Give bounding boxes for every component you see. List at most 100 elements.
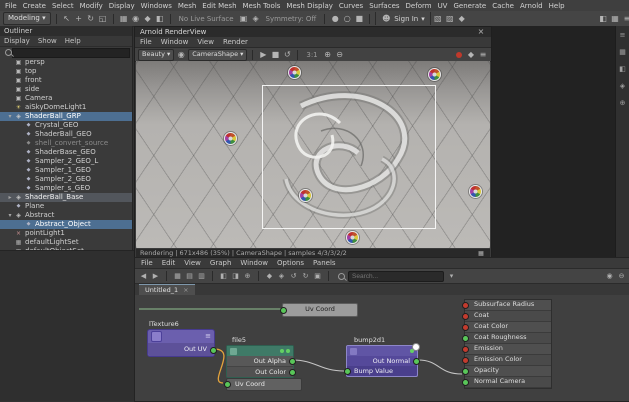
menu-item-generate[interactable]: Generate xyxy=(453,2,486,10)
outliner-item-sampler2[interactable]: ◆ Sampler_2_GEO xyxy=(0,175,132,184)
snap-point-icon[interactable]: ◆ xyxy=(143,13,153,24)
outliner-item-defaultlightset[interactable]: ▦ defaultLightSet xyxy=(0,238,132,247)
rv-menu-file[interactable]: File xyxy=(140,37,152,47)
add-node-icon[interactable]: ⊕ xyxy=(243,271,252,282)
zoom-ratio-label[interactable]: 3:1 xyxy=(306,51,317,59)
outliner-item-side[interactable]: ▣ side xyxy=(0,85,132,94)
outliner-item-shaderball-grp[interactable]: ▾ ◈ ShaderBall_GRP xyxy=(0,112,132,121)
menu-item-windows[interactable]: Windows xyxy=(141,2,172,10)
surface-attribute-row[interactable]: Coat Color xyxy=(462,322,551,333)
workspace-selector[interactable]: Modeling ▾ xyxy=(3,12,51,25)
output-port[interactable] xyxy=(413,358,420,365)
ne-menu-edit[interactable]: Edit xyxy=(162,258,176,268)
menu-item-mesh-tools[interactable]: Mesh Tools xyxy=(243,2,281,10)
ne-menu-window[interactable]: Window xyxy=(240,258,268,268)
scale-tool-icon[interactable]: ◱ xyxy=(98,13,108,24)
outliner-item-skydome[interactable]: ☀ aiSkyDomeLight1 xyxy=(0,103,132,112)
graph-layout-icon[interactable]: ▦ xyxy=(173,271,182,282)
node-standard-surface[interactable]: Subsurface Radius Coat Coat Color Coat R… xyxy=(462,299,552,389)
outliner-item-shaderball-base[interactable]: ▸ ◈ ShaderBall_Base xyxy=(0,193,132,202)
menu-item-uv[interactable]: UV xyxy=(438,2,448,10)
input-port[interactable] xyxy=(280,307,287,314)
camera-dropdown[interactable]: CameraShape ▾ xyxy=(188,48,248,61)
node-ltexture6[interactable]: ≡ Out UV xyxy=(147,329,217,357)
sculpt-icon[interactable]: ▨ xyxy=(445,13,455,24)
node-header[interactable] xyxy=(347,346,417,356)
surface-attribute-row[interactable]: Coat Roughness xyxy=(462,333,551,344)
stop-render-icon[interactable]: ■ xyxy=(270,49,280,60)
rv-menu-window[interactable]: Window xyxy=(161,37,189,47)
modeling-toolkit-icon[interactable]: ◈ xyxy=(619,82,627,90)
display-mode-icon[interactable]: ◉ xyxy=(605,271,614,282)
ne-menu-view[interactable]: View xyxy=(184,258,201,268)
sign-in-button[interactable]: ☻ Sign In ▾ xyxy=(375,12,431,25)
outliner-item-shaderball-geo[interactable]: ◆ ShaderBall_GEO xyxy=(0,130,132,139)
ne-menu-options[interactable]: Options xyxy=(277,258,304,268)
input-port[interactable] xyxy=(462,379,469,386)
channel-box-icon[interactable]: ◧ xyxy=(619,65,627,73)
menu-item-cache[interactable]: Cache xyxy=(492,2,514,10)
show-left-icon[interactable]: ◧ xyxy=(219,271,228,282)
input-port[interactable] xyxy=(462,324,469,331)
snap-curve-icon[interactable]: ◉ xyxy=(131,13,141,24)
expand-arrow-icon[interactable]: ▾ xyxy=(6,211,14,220)
renderview-titlebar[interactable]: Arnold RenderView × xyxy=(135,27,491,37)
outliner-item-shaderbase-geo[interactable]: ◆ ShaderBase_GEO xyxy=(0,148,132,157)
tab-untitled-1[interactable]: Untitled_1 × xyxy=(139,284,195,295)
show-right-icon[interactable]: ◨ xyxy=(231,271,240,282)
outliner-search-input[interactable] xyxy=(12,47,130,58)
close-icon[interactable]: × xyxy=(476,27,486,37)
expand-arrow-icon[interactable]: ▾ xyxy=(6,112,14,121)
node-menu-icon[interactable]: ≡ xyxy=(205,332,211,341)
output-port[interactable] xyxy=(289,358,296,365)
play-render-icon[interactable]: ▶ xyxy=(258,49,268,60)
snap-plane-icon[interactable]: ◧ xyxy=(155,13,165,24)
menu-item-edit-mesh[interactable]: Edit Mesh xyxy=(202,2,236,10)
menu-item-create[interactable]: Create xyxy=(23,2,46,10)
output-port[interactable] xyxy=(289,369,296,376)
render-icon[interactable]: ● xyxy=(330,13,340,24)
frame-all-icon[interactable]: ▣ xyxy=(313,271,322,282)
input-port[interactable] xyxy=(462,357,469,364)
rv-menu-render[interactable]: Render xyxy=(223,37,248,47)
node-file5[interactable]: Out Alpha Out Color xyxy=(226,345,296,378)
output-port[interactable] xyxy=(210,346,217,354)
zoom-in-icon[interactable]: ⊕ xyxy=(323,49,333,60)
outliner-menu-display[interactable]: Display xyxy=(4,36,30,46)
menu-burger-icon[interactable]: ≡ xyxy=(622,13,629,24)
outliner-menu-show[interactable]: Show xyxy=(38,36,57,46)
forward-icon[interactable]: ▶ xyxy=(151,271,160,282)
swatch-icon[interactable]: ◈ xyxy=(277,271,286,282)
graph-output-icon[interactable]: ▥ xyxy=(197,271,206,282)
rv-settings-icon[interactable]: ≡ xyxy=(478,49,488,60)
redo-icon[interactable]: ↻ xyxy=(301,271,310,282)
outliner-item-abstract-object[interactable]: ◆ Abstract_Object xyxy=(0,220,132,229)
outliner-item-abstract[interactable]: ▾ ◈ Abstract xyxy=(0,211,132,220)
port-row-out-color[interactable]: Out Color xyxy=(227,366,296,377)
filter-dropdown-icon[interactable]: ▾ xyxy=(447,271,456,282)
grid-toggle-icon[interactable]: ▦ xyxy=(610,13,620,24)
menu-item-select[interactable]: Select xyxy=(52,2,74,10)
port-row-out-alpha[interactable]: Out Alpha xyxy=(227,356,296,366)
aov-dropdown[interactable]: Beauty ▾ xyxy=(138,48,175,61)
render-settings-icon[interactable]: ■ xyxy=(354,13,364,24)
outliner-item-samplers[interactable]: ◆ Sampler_s_GEO xyxy=(0,184,132,193)
rotate-tool-icon[interactable]: ↻ xyxy=(86,13,96,24)
rv-menu-view[interactable]: View xyxy=(197,37,214,47)
uv-editor-icon[interactable]: ◆ xyxy=(457,13,467,24)
surface-attribute-row[interactable]: Opacity xyxy=(462,366,551,377)
input-port[interactable] xyxy=(462,368,469,375)
outliner-item-shell-convert[interactable]: ◆ shell_convert_source xyxy=(0,139,132,148)
surface-attribute-row[interactable]: Coat xyxy=(462,311,551,322)
menu-item-display[interactable]: Display xyxy=(109,2,135,10)
move-tool-icon[interactable]: + xyxy=(74,13,84,24)
menu-item-file[interactable]: File xyxy=(5,2,17,10)
node-file5-uvcoord-input[interactable]: Uv Coord xyxy=(224,378,302,391)
attribute-editor-icon[interactable]: ≡ xyxy=(619,31,627,39)
node-bump2d1[interactable]: Out Normal Bump Value xyxy=(344,343,420,377)
outliner-item-crystal-geo[interactable]: ◆ Crystal_GEO xyxy=(0,121,132,130)
undo-icon[interactable]: ↺ xyxy=(289,271,298,282)
outliner-item-sampler2-l[interactable]: ◆ Sampler_2_GEO_L xyxy=(0,157,132,166)
collapse-icon[interactable]: ⊖ xyxy=(617,271,626,282)
tool-settings-icon[interactable]: ▦ xyxy=(619,48,627,56)
